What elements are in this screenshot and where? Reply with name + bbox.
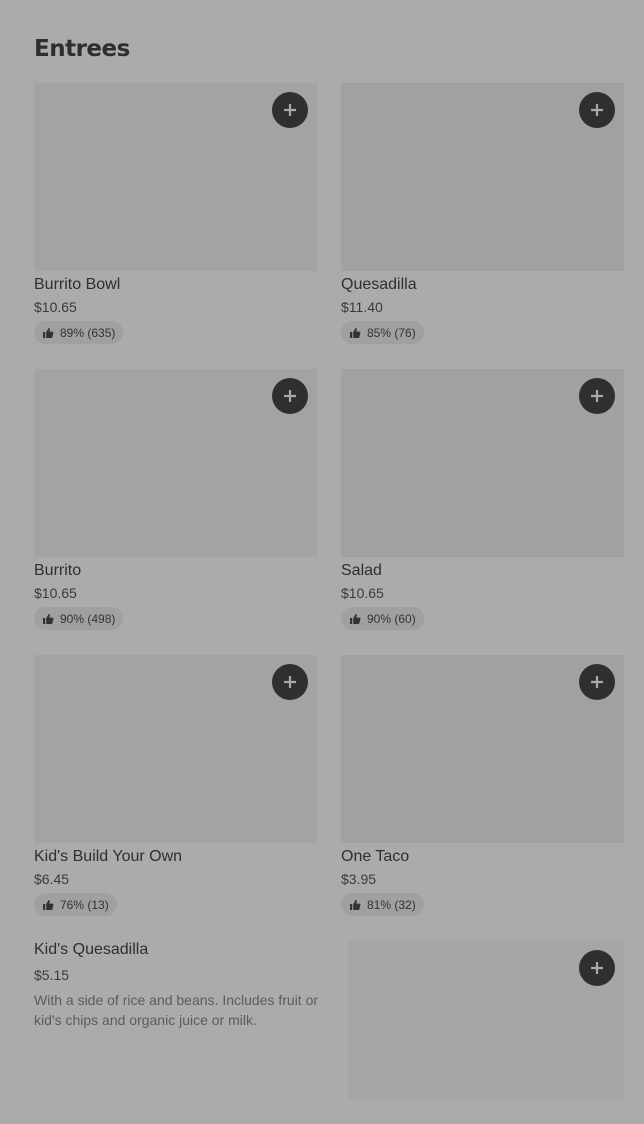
item-image[interactable]: [341, 83, 624, 271]
rating-badge: 90% (498): [34, 607, 124, 630]
thumbs-up-icon: [350, 899, 361, 910]
item-name: Burrito: [34, 562, 82, 579]
plus-icon: [591, 390, 603, 402]
item-name: Burrito Bowl: [34, 276, 121, 293]
rating-badge: 85% (76): [341, 321, 424, 344]
add-item-button[interactable]: [579, 664, 615, 700]
menu-item-card[interactable]: Salad $10.65 90% (60): [341, 369, 624, 630]
add-item-button[interactable]: [579, 92, 615, 128]
plus-icon: [284, 390, 296, 402]
item-name: Quesadilla: [341, 276, 417, 293]
item-image[interactable]: [341, 655, 624, 843]
plus-icon: [591, 962, 603, 974]
rating-text: 90% (60): [367, 611, 416, 626]
item-image[interactable]: [34, 369, 317, 557]
rating-text: 76% (13): [60, 897, 109, 912]
plus-icon: [591, 104, 603, 116]
thumbs-up-icon: [43, 613, 54, 624]
item-name: One Taco: [341, 848, 410, 865]
rating-text: 81% (32): [367, 897, 416, 912]
thumbs-up-icon: [350, 327, 361, 338]
item-name: Salad: [341, 562, 382, 579]
item-price: $10.65: [341, 585, 384, 601]
item-name: Kid's Build Your Own: [34, 848, 183, 865]
item-name: Kid's Quesadilla: [34, 941, 149, 958]
item-image[interactable]: [34, 83, 317, 271]
menu-item-card[interactable]: Kid's Build Your Own $6.45 76% (13): [34, 655, 317, 916]
rating-text: 90% (498): [60, 611, 116, 626]
add-item-button[interactable]: [272, 664, 308, 700]
plus-icon: [591, 676, 603, 688]
rating-text: 89% (635): [60, 325, 116, 340]
menu-item-card[interactable]: Quesadilla $11.40 85% (76): [341, 83, 624, 344]
rating-badge: 90% (60): [341, 607, 424, 630]
menu-item-card[interactable]: Burrito Bowl $10.65 89% (635): [34, 83, 317, 344]
menu-item-card[interactable]: Burrito $10.65 90% (498): [34, 369, 317, 630]
item-price: $3.95: [341, 871, 377, 887]
rating-badge: 89% (635): [34, 321, 124, 344]
item-price: $10.65: [34, 585, 77, 601]
rating-badge: 81% (32): [341, 893, 424, 916]
item-description: With a side of rice and beans. Includes …: [34, 992, 319, 1028]
item-image[interactable]: [34, 655, 317, 843]
plus-icon: [284, 104, 296, 116]
thumbs-up-icon: [43, 327, 54, 338]
thumbs-up-icon: [350, 613, 361, 624]
rating-badge: 76% (13): [34, 893, 117, 916]
item-price: $5.15: [34, 967, 70, 983]
item-price: $10.65: [34, 299, 77, 315]
featured-menu-item[interactable]: Kid's Quesadilla $5.15 With a side of ri…: [34, 940, 330, 1030]
thumbs-up-icon: [43, 899, 54, 910]
add-item-button[interactable]: [272, 378, 308, 414]
add-item-button[interactable]: [272, 92, 308, 128]
item-price: $11.40: [341, 299, 383, 315]
rating-text: 85% (76): [367, 325, 416, 340]
add-item-button[interactable]: [579, 950, 615, 986]
item-price: $6.45: [34, 871, 70, 887]
item-image[interactable]: [341, 369, 624, 557]
menu-item-card[interactable]: One Taco $3.95 81% (32): [341, 655, 624, 916]
section-title: Entrees: [34, 36, 130, 62]
featured-item-image[interactable]: [348, 940, 624, 1100]
plus-icon: [284, 676, 296, 688]
add-item-button[interactable]: [579, 378, 615, 414]
